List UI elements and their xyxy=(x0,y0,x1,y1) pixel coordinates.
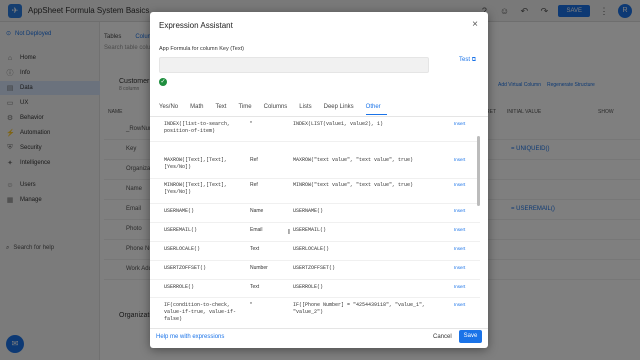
save-button[interactable]: Save xyxy=(459,330,482,343)
function-example: INDEX(LIST(value1, value2), 1) xyxy=(293,121,384,127)
function-signature: MINROW([Text],[Text],[Yes/No]) xyxy=(164,182,228,195)
function-signature: USERTZOFFSET() xyxy=(164,265,207,271)
function-list: INDEX([list-to-search, position-of-item)… xyxy=(150,118,480,328)
insert-button[interactable]: Insert xyxy=(454,284,465,289)
function-example: USEREMAIL() xyxy=(293,227,327,233)
tab-time[interactable]: Time xyxy=(238,104,257,115)
formula-input[interactable] xyxy=(159,57,429,73)
insert-button[interactable]: Insert xyxy=(454,246,465,251)
open-external-icon: ⧉ xyxy=(471,57,476,63)
dialog-title: Expression Assistant xyxy=(159,21,233,30)
function-return-type: Name xyxy=(250,208,264,214)
function-return-type: Text xyxy=(250,284,260,290)
cancel-button[interactable]: Cancel xyxy=(433,334,452,340)
insert-button[interactable]: Insert xyxy=(454,182,465,187)
insert-button[interactable]: Insert xyxy=(454,157,465,162)
insert-button[interactable]: Insert xyxy=(454,227,465,232)
function-return-type: * xyxy=(250,121,252,127)
function-row: USERROLE() Text USERROLE() Insert xyxy=(150,280,480,298)
tab-yes-no[interactable]: Yes/No xyxy=(159,104,184,115)
function-row: MINROW([Text],[Text],[Yes/No]) Ref MINRO… xyxy=(150,179,480,204)
insert-button[interactable]: Insert xyxy=(454,208,465,213)
tab-other[interactable]: Other xyxy=(365,104,387,115)
insert-button[interactable]: Insert xyxy=(454,302,465,307)
function-example: USERTZOFFSET() xyxy=(293,265,336,271)
insert-button[interactable]: Insert xyxy=(454,265,465,270)
close-icon[interactable]: × xyxy=(472,19,478,30)
text-cursor-icon: I xyxy=(288,229,290,236)
function-example: MAXROW("text value", "text value", true) xyxy=(293,157,414,163)
function-row: MAXROW([Text],[Text],[Yes/No]) Ref MAXRO… xyxy=(150,154,480,179)
valid-check-icon: ✓ xyxy=(159,78,167,86)
function-signature: IF(condition-to-check, value-if-true, va… xyxy=(164,302,237,322)
function-row: USERNAME() Name USERNAME() Insert xyxy=(150,204,480,223)
tab-columns[interactable]: Columns xyxy=(264,104,294,115)
function-row: USERLOCALE() Text USERLOCALE() Insert xyxy=(150,242,480,261)
function-row: USERTZOFFSET() Number USERTZOFFSET() Ins… xyxy=(150,261,480,280)
tab-lists[interactable]: Lists xyxy=(299,104,317,115)
expression-assistant-dialog: Expression Assistant × App Formula for c… xyxy=(150,12,488,348)
formula-label: App Formula for column Key (Text) xyxy=(159,46,244,52)
tabs-divider xyxy=(150,116,488,117)
function-return-type: Ref xyxy=(250,182,258,188)
function-return-type: * xyxy=(250,302,252,308)
function-category-tabs: Yes/No Math Text Time Columns Lists Deep… xyxy=(159,104,393,115)
insert-button[interactable]: Insert xyxy=(454,121,465,126)
function-example: USERROLE() xyxy=(293,284,324,290)
function-example: MINROW("text value", "text value", true) xyxy=(293,182,414,188)
tab-math[interactable]: Math xyxy=(190,104,209,115)
function-signature: MAXROW([Text],[Text],[Yes/No]) xyxy=(164,157,228,170)
function-example: USERNAME() xyxy=(293,208,324,214)
tab-deep-links[interactable]: Deep Links xyxy=(324,104,360,115)
function-signature: INDEX([list-to-search, position-of-item) xyxy=(164,121,231,134)
function-row: INDEX([list-to-search, position-of-item)… xyxy=(150,118,480,142)
function-return-type: Text xyxy=(250,246,260,252)
function-signature: USERLOCALE() xyxy=(164,246,201,252)
function-example: USERLOCALE() xyxy=(293,246,330,252)
tab-text[interactable]: Text xyxy=(215,104,232,115)
footer-divider xyxy=(150,328,488,329)
function-list-scrollbar[interactable] xyxy=(477,136,480,206)
function-return-type: Ref xyxy=(250,157,258,163)
function-row: IF(condition-to-check, value-if-true, va… xyxy=(150,298,480,328)
test-button[interactable]: Test ⧉ xyxy=(459,57,476,64)
function-return-type: Number xyxy=(250,265,268,271)
function-signature: USERROLE() xyxy=(164,284,195,290)
help-expressions-link[interactable]: Help me with expressions xyxy=(156,334,224,340)
function-return-type: Email xyxy=(250,227,263,233)
function-example: IF([Phone Number] = "4254439118", "value… xyxy=(293,302,426,315)
test-label: Test xyxy=(459,57,471,63)
function-signature: USERNAME() xyxy=(164,208,195,214)
function-signature: USEREMAIL() xyxy=(164,227,198,233)
function-row: USEREMAIL() Email USEREMAIL() Insert xyxy=(150,223,480,242)
